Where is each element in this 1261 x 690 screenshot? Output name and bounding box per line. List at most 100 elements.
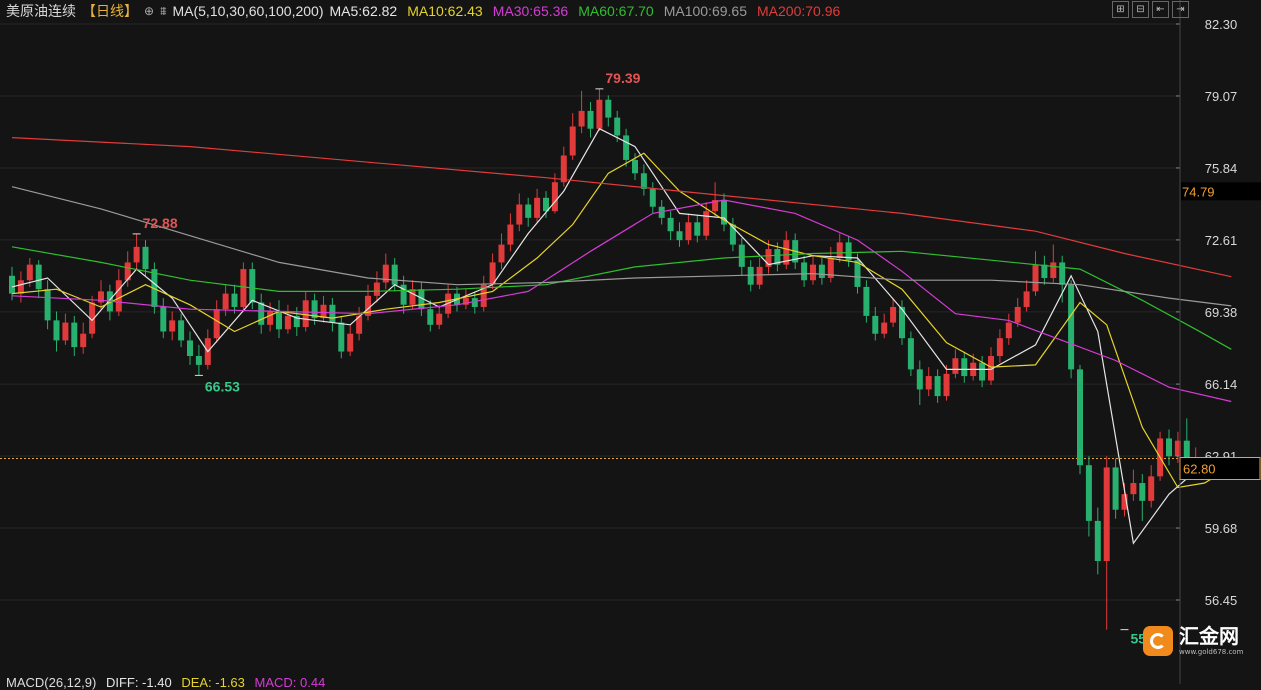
candle-body bbox=[676, 231, 683, 241]
candle-body bbox=[916, 369, 923, 390]
candle-body bbox=[560, 155, 567, 183]
candle-body bbox=[525, 204, 532, 218]
candle-body bbox=[1005, 322, 1012, 339]
annotation-high: 79.39 bbox=[605, 70, 640, 86]
crosshair-circle-icon[interactable]: ⊕ bbox=[144, 4, 154, 18]
y-tick-label: 82.30 bbox=[1205, 17, 1238, 32]
candle-body bbox=[863, 286, 870, 316]
symbol-name[interactable]: 美原油连续 bbox=[6, 1, 76, 21]
macd-diff: DIFF: -1.40 bbox=[105, 675, 172, 690]
price-axis[interactable]: 82.3079.0775.8472.6169.3866.1462.9159.68… bbox=[1176, 0, 1237, 684]
candle-body bbox=[267, 311, 274, 325]
reference-price-label: 74.79 bbox=[1182, 184, 1215, 199]
ma-params[interactable]: MA(5,10,30,60,100,200) bbox=[172, 3, 323, 19]
candle-body bbox=[142, 246, 149, 270]
macd-params[interactable]: MACD(26,12,9) bbox=[6, 675, 96, 690]
ma-value-1: MA10:62.43 bbox=[407, 3, 483, 19]
brand-logo-icon bbox=[1143, 626, 1173, 656]
chart-header: 美原油连续 【日线】 ⊕ ⩩ MA(5,10,30,60,100,200) MA… bbox=[6, 1, 856, 21]
y-tick-label: 59.68 bbox=[1205, 521, 1238, 536]
ma-indicator-icon[interactable]: ⩩ bbox=[160, 4, 166, 19]
y-tick-label: 75.84 bbox=[1205, 161, 1238, 176]
macd-value: MACD: 0.44 bbox=[254, 675, 326, 690]
brand-watermark: 汇金网 www.gold678.com bbox=[1143, 626, 1243, 656]
candle-body bbox=[614, 117, 621, 136]
candle-body bbox=[187, 340, 193, 357]
candle-body bbox=[587, 110, 594, 129]
y-tick-label: 69.38 bbox=[1205, 305, 1238, 320]
candlestick-series bbox=[9, 88, 1199, 630]
candle-body bbox=[169, 320, 176, 332]
candle-body bbox=[302, 300, 309, 328]
candle-body bbox=[9, 275, 15, 294]
ma-values: MA5:62.82 MA10:62.43 MA30:65.36 MA60:67.70 M… bbox=[329, 3, 850, 19]
candle-body bbox=[133, 246, 140, 263]
ma30-line bbox=[11, 199, 1232, 403]
candle-body bbox=[667, 217, 674, 232]
candle-body bbox=[53, 320, 60, 341]
ma5-line bbox=[11, 127, 1232, 545]
candle-body bbox=[907, 338, 914, 370]
candle-body bbox=[1077, 369, 1083, 466]
candle-body bbox=[436, 313, 443, 325]
y-tick-label: 79.07 bbox=[1205, 89, 1238, 104]
zoom-in-icon[interactable]: ⊞ bbox=[1112, 1, 1129, 18]
candle-body bbox=[178, 320, 185, 341]
candle-body bbox=[35, 264, 42, 290]
moving-average-lines bbox=[11, 127, 1232, 545]
candle-body bbox=[329, 304, 336, 323]
candle-body bbox=[195, 356, 202, 365]
candle-body bbox=[115, 280, 122, 312]
candle-body bbox=[26, 264, 33, 281]
pan-right-icon[interactable]: ⇥ bbox=[1172, 1, 1189, 18]
candle-body bbox=[694, 222, 701, 236]
candle-body bbox=[1166, 438, 1172, 457]
zoom-out-icon[interactable]: ⊟ bbox=[1132, 1, 1149, 18]
ma60-line bbox=[11, 246, 1232, 350]
candle-body bbox=[427, 309, 434, 325]
price-chart[interactable]: 79.3972.8866.5355.12 82.3079.0775.8472.6… bbox=[0, 0, 1261, 684]
candle-body bbox=[756, 266, 763, 285]
ma-value-5: MA200:70.96 bbox=[757, 3, 841, 19]
y-tick-label: 72.61 bbox=[1205, 233, 1238, 248]
candle-body bbox=[347, 333, 354, 352]
candle-body bbox=[222, 293, 229, 310]
annotation-local-high: 72.88 bbox=[143, 215, 178, 231]
candle-body bbox=[943, 373, 950, 397]
brand-url: www.gold678.com bbox=[1179, 648, 1244, 656]
candle-body bbox=[1139, 483, 1146, 501]
candle-body bbox=[1148, 476, 1155, 501]
candle-body bbox=[801, 262, 808, 281]
last-price-label: 62.80 bbox=[1183, 462, 1216, 477]
candle-body bbox=[605, 99, 612, 118]
candle-body bbox=[703, 211, 710, 236]
candle-body bbox=[17, 280, 24, 294]
candle-body bbox=[1032, 264, 1039, 292]
ma-value-0: MA5:62.82 bbox=[329, 3, 398, 19]
candle-body bbox=[872, 315, 879, 334]
candle-body bbox=[231, 293, 238, 307]
price-tags: 74.79 62.80 bbox=[1179, 182, 1261, 481]
candle-body bbox=[1130, 483, 1137, 495]
candle-body bbox=[213, 309, 220, 339]
ma-value-2: MA30:65.36 bbox=[492, 3, 569, 19]
candle-body bbox=[1023, 291, 1030, 307]
brand-name: 汇金网 bbox=[1179, 626, 1239, 648]
annotation-local-low: 66.53 bbox=[205, 378, 240, 394]
chart-toolbar: ⊞ ⊟ ⇤ ⇥ bbox=[1112, 1, 1189, 18]
pan-left-icon[interactable]: ⇤ bbox=[1152, 1, 1169, 18]
candle-body bbox=[818, 264, 825, 279]
candle-body bbox=[1068, 284, 1075, 370]
candle-body bbox=[1103, 467, 1110, 562]
y-tick-label: 56.45 bbox=[1205, 593, 1238, 608]
period-label[interactable]: 【日线】 bbox=[82, 1, 138, 21]
candle-body bbox=[934, 376, 941, 397]
candle-body bbox=[578, 110, 585, 127]
candle-body bbox=[80, 333, 87, 348]
y-tick-label: 66.14 bbox=[1205, 377, 1238, 392]
candle-body bbox=[471, 298, 478, 307]
candle-body bbox=[623, 135, 630, 160]
candle-body bbox=[649, 188, 656, 207]
candle-body bbox=[409, 289, 416, 305]
ma200-line bbox=[11, 137, 1232, 278]
